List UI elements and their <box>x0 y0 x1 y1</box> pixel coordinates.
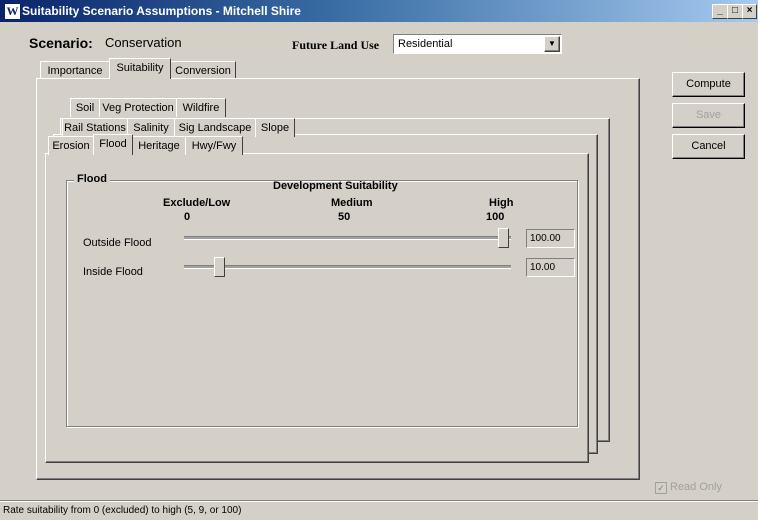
low-value-label: 0 <box>184 211 191 223</box>
outside-flood-label: Outside Flood <box>83 237 152 249</box>
scenario-value: Conservation <box>105 35 182 50</box>
maximize-icon[interactable]: □ <box>727 4 743 19</box>
cancel-button[interactable]: Cancel <box>672 134 745 159</box>
tab-erosion[interactable]: Erosion <box>48 136 94 155</box>
chevron-down-icon[interactable]: ▼ <box>544 36 560 52</box>
tab-wildfire[interactable]: Wildfire <box>176 98 226 117</box>
inside-flood-slider-track[interactable] <box>184 265 511 269</box>
save-button[interactable]: Save <box>672 103 745 128</box>
minimize-icon[interactable]: _ <box>712 4 728 19</box>
exclude-low-label: Exclude/Low <box>163 197 231 209</box>
status-text: Rate suitability from 0 (excluded) to hi… <box>3 505 242 516</box>
high-value-label: 100 <box>486 211 505 223</box>
compute-button[interactable]: Compute <box>672 72 745 97</box>
future-land-use-label: Future Land Use <box>292 38 380 52</box>
flood-group-title: Flood <box>74 173 110 185</box>
inside-flood-slider-thumb[interactable] <box>213 257 225 277</box>
app-icon: W <box>4 3 21 20</box>
tab-sig-landscape[interactable]: Sig Landscape <box>174 118 256 137</box>
tab-salinity[interactable]: Salinity <box>127 118 175 137</box>
inside-flood-value[interactable]: 10.00 <box>526 258 575 277</box>
read-only-checkbox[interactable]: ✓ <box>655 482 667 494</box>
tab-soil[interactable]: Soil <box>70 98 100 117</box>
scenario-label: Scenario: <box>29 35 93 51</box>
tab-heritage[interactable]: Heritage <box>132 136 186 155</box>
read-only-label: Read Only <box>670 481 722 493</box>
future-land-use-value: Residential <box>398 38 453 50</box>
close-icon[interactable]: × <box>742 4 757 19</box>
high-label: High <box>489 197 514 209</box>
tab-suitability[interactable]: Suitability <box>109 58 171 79</box>
outside-flood-slider-thumb[interactable] <box>498 228 509 248</box>
tab-flood[interactable]: Flood <box>93 134 133 155</box>
outside-flood-value[interactable]: 100.00 <box>526 229 575 248</box>
future-land-use-select[interactable]: Residential ▼ <box>393 34 562 54</box>
window-title: Suitability Scenario Assumptions - Mitch… <box>22 4 301 18</box>
inside-flood-label: Inside Flood <box>83 266 143 278</box>
tab-hwy-fwy[interactable]: Hwy/Fwy <box>185 136 243 155</box>
tab-veg-protection[interactable]: Veg Protection <box>99 98 177 117</box>
medium-label: Medium <box>331 197 373 209</box>
medium-value-label: 50 <box>338 211 351 223</box>
development-suitability-heading: Development Suitability <box>273 180 398 192</box>
outside-flood-slider-track[interactable] <box>184 236 511 240</box>
tab-slope[interactable]: Slope <box>255 118 295 137</box>
